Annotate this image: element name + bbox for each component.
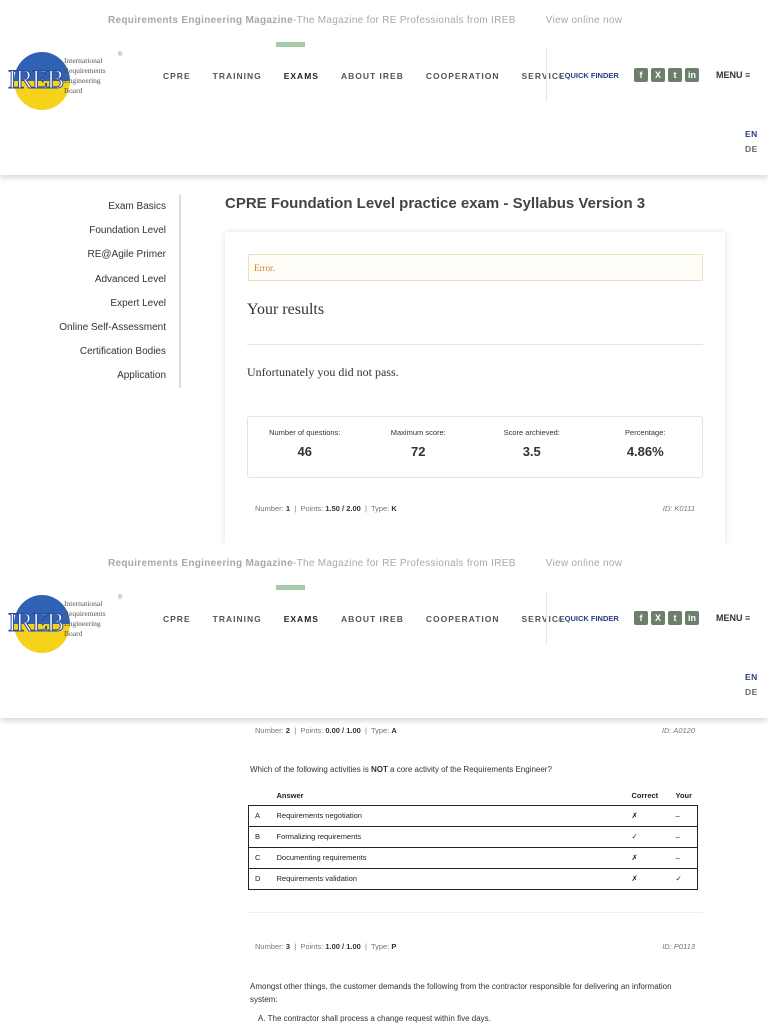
sidebar-item[interactable]: Expert Level <box>30 292 166 316</box>
answer-row: B Formalizing requirements ✓ – <box>248 825 698 848</box>
lang-de[interactable]: DE <box>745 144 758 154</box>
stat-questions: Number of questions: 46 <box>269 428 341 459</box>
sidebar-item[interactable]: Exam Basics <box>30 195 166 219</box>
answer-row: D Requirements validation ✗ ✓ <box>248 867 698 890</box>
lang-en[interactable]: EN <box>745 129 758 139</box>
nav-cooperation[interactable]: COOPERATION <box>426 614 500 624</box>
logo-text: International Requirements Engineering Boar… <box>64 599 106 638</box>
ireb-logo[interactable]: IREB International Requirements Engineering… <box>7 595 122 655</box>
quick-finder-button[interactable]: ⌂ QUICK FINDER <box>558 71 619 80</box>
nav-exams[interactable]: EXAMS <box>284 614 319 624</box>
logo-abbr: IREB <box>7 608 64 638</box>
answer-row: A Requirements negotiation ✗ – <box>248 804 698 827</box>
results-heading: Your results <box>247 301 325 318</box>
magazine-link[interactable]: Requirements Engineering Magazine <box>108 15 293 26</box>
divider <box>248 912 703 913</box>
social-links: f Xt in <box>634 68 699 82</box>
facebook-icon[interactable]: f <box>634 68 648 82</box>
question-text: Which of the following activities is NOT… <box>250 765 552 774</box>
sidebar-item[interactable]: Online Self-Assessment <box>30 316 166 340</box>
site-header: Requirements Engineering Magazine-The Ma… <box>0 0 768 175</box>
quick-finder-button[interactable]: ⌂ QUICK FINDER <box>558 614 619 623</box>
facebook-icon[interactable]: f <box>634 611 648 625</box>
logo-abbr: IREB <box>7 65 64 95</box>
sidebar-nav: Exam Basics Foundation Level RE@Agile Pr… <box>30 195 181 388</box>
tagline: -The Magazine for RE Professionals from … <box>292 15 516 26</box>
nav-cpre[interactable]: CPRE <box>163 614 191 624</box>
top-bar: Requirements Engineering Magazine-The Ma… <box>108 15 622 26</box>
top-bar: Requirements Engineering Magazine-The Ma… <box>108 558 622 569</box>
nav-cpre[interactable]: CPRE <box>163 71 191 81</box>
menu-button[interactable]: MENU ≡ <box>716 613 750 623</box>
question-meta: Number: 1 | Points: 1.50 / 2.00 | Type: … <box>255 504 695 513</box>
divider <box>546 591 547 645</box>
xing-icon[interactable]: X <box>651 611 665 625</box>
question-meta: Number: 3 | Points: 1.00 / 1.00 | Type: … <box>255 942 695 951</box>
stat-score: Score archieved: 3.5 <box>503 428 560 459</box>
logo-text: International Requirements Engineering Boar… <box>64 56 106 95</box>
nav-exams[interactable]: EXAMS <box>284 71 319 81</box>
requirement-item: A. The contractor shall process a change… <box>258 1014 491 1023</box>
stat-max-score: Maximum score: 72 <box>390 428 446 459</box>
main-nav: CPRE TRAINING EXAMS ABOUT IREB COOPERATION SE… <box>163 71 588 81</box>
nav-training[interactable]: TRAINING <box>213 71 262 81</box>
tagline: -The Magazine for RE Professionals from … <box>292 558 516 569</box>
sidebar-item[interactable]: Advanced Level <box>30 268 166 292</box>
answer-row: C Documenting requirements ✗ – <box>248 846 698 869</box>
main-nav: CPRE TRAINING EXAMS ABOUT IREB COOPERATION SE… <box>163 614 588 624</box>
result-message: Unfortunately you did not pass. <box>247 365 399 379</box>
divider <box>247 344 703 345</box>
registered-mark: ® <box>118 52 123 58</box>
sidebar-item[interactable]: Application <box>30 364 166 388</box>
question-meta: Number: 2 | Points: 0.00 / 1.00 | Type: … <box>255 726 695 735</box>
stat-percentage: Percentage: 4.86% <box>625 428 666 459</box>
question-text: Amongst other things, the customer deman… <box>250 982 672 1004</box>
nav-training[interactable]: TRAINING <box>213 614 262 624</box>
menu-button[interactable]: MENU ≡ <box>716 70 750 80</box>
error-message: Error. <box>248 254 703 281</box>
lang-en[interactable]: EN <box>745 672 758 682</box>
view-online-link[interactable]: View online now <box>546 558 623 569</box>
answer-table: Answer Correct Your A Requirements negotiat… <box>248 787 698 890</box>
xing-icon[interactable]: X <box>651 68 665 82</box>
lang-de[interactable]: DE <box>745 687 758 697</box>
sticky-header: Requirements Engineering Magazine-The Ma… <box>0 543 768 718</box>
twitter-icon[interactable]: t <box>668 68 682 82</box>
sidebar-item[interactable]: RE@Agile Primer <box>30 243 166 267</box>
linkedin-icon[interactable]: in <box>685 68 699 82</box>
linkedin-icon[interactable]: in <box>685 611 699 625</box>
stats-box: Number of questions: 46 Maximum score: 72 … <box>247 416 703 478</box>
nav-about[interactable]: ABOUT IREB <box>341 71 404 81</box>
sidebar-item[interactable]: Certification Bodies <box>30 340 166 364</box>
divider <box>546 48 547 102</box>
sidebar-item[interactable]: Foundation Level <box>30 219 166 243</box>
page-title: CPRE Foundation Level practice exam - Sy… <box>225 195 646 212</box>
active-nav-indicator <box>276 585 305 590</box>
active-nav-indicator <box>276 42 305 47</box>
nav-about[interactable]: ABOUT IREB <box>341 614 404 624</box>
magazine-link[interactable]: Requirements Engineering Magazine <box>108 558 293 569</box>
ireb-logo[interactable]: IREB International Requirements Engineering… <box>7 52 122 112</box>
nav-cooperation[interactable]: COOPERATION <box>426 71 500 81</box>
social-links: f Xt in <box>634 611 699 625</box>
twitter-icon[interactable]: t <box>668 611 682 625</box>
view-online-link[interactable]: View online now <box>546 15 623 26</box>
registered-mark: ® <box>118 595 123 601</box>
